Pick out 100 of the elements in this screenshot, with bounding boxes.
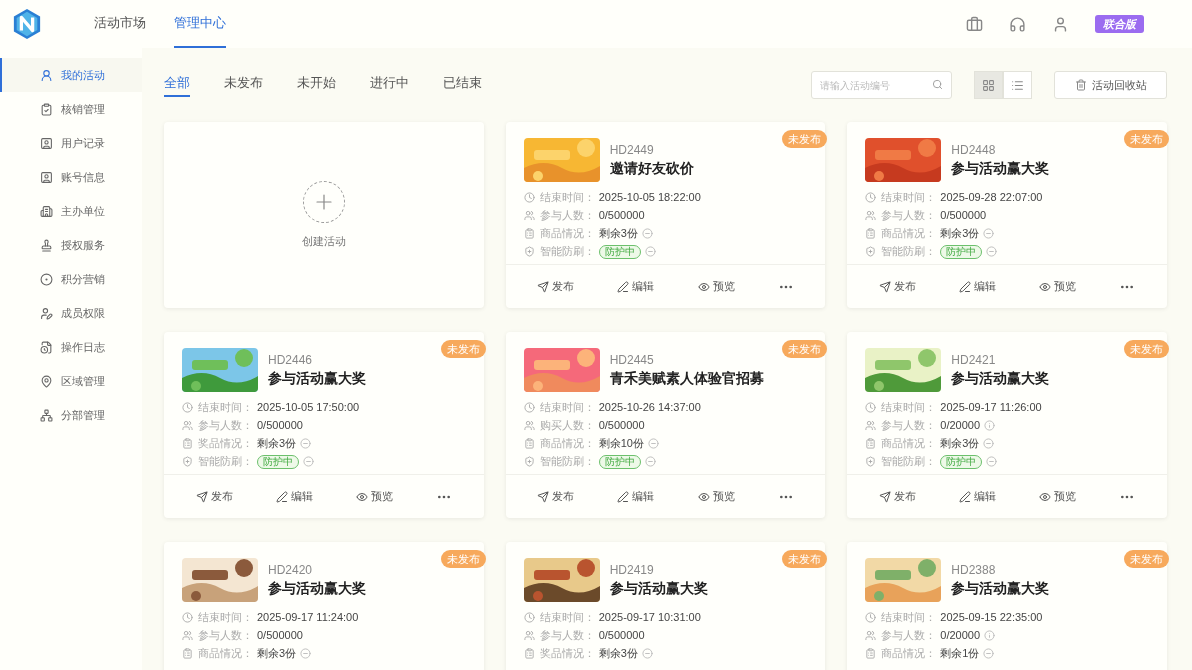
minus-circle-icon[interactable]: [983, 648, 995, 659]
eye-icon: [355, 490, 368, 503]
minus-circle-icon[interactable]: [300, 648, 312, 659]
activity-title: 参与活动赢大奖: [951, 579, 1050, 598]
sidebar-item[interactable]: 成员权限: [0, 296, 142, 330]
briefcase-icon[interactable]: [966, 15, 983, 33]
minus-circle-icon[interactable]: [641, 648, 653, 659]
action-button[interactable]: 预览: [355, 488, 393, 505]
sidebar-item[interactable]: 操作日志: [0, 330, 142, 364]
eye-icon: [1039, 490, 1052, 503]
filter-tab[interactable]: 未开始: [297, 72, 336, 98]
grid-view-button[interactable]: [974, 71, 1003, 99]
search-field[interactable]: 请输入活动编号: [811, 71, 952, 99]
action-button[interactable]: 编辑: [959, 488, 997, 505]
field-value: 0/20000: [940, 628, 981, 643]
nav-tab[interactable]: 管理中心: [174, 0, 226, 48]
minus-circle-icon[interactable]: [644, 246, 656, 257]
activity-card[interactable]: 未发布 HD2421 参与活动赢大奖 结束时间： 2025-09-17 11:26:00 参与人数： 0/20000 商品情况： 剩余3份 智能防刷： 防护中 发布 编辑 预览: [847, 332, 1167, 518]
field-label: 智能防刷：: [539, 454, 595, 469]
action-button[interactable]: 预览: [697, 488, 735, 505]
sidebar-item[interactable]: 授权服务: [0, 228, 142, 262]
sidebar-item[interactable]: 区域管理: [0, 364, 142, 398]
minus-circle-icon[interactable]: [300, 438, 312, 449]
action-button[interactable]: 发布: [537, 278, 575, 295]
minus-circle-icon[interactable]: [986, 456, 998, 467]
action-button[interactable]: 发布: [878, 488, 916, 505]
filter-tab[interactable]: 未发布: [224, 72, 263, 98]
sidebar-item[interactable]: 用户记录: [0, 126, 142, 160]
activity-card[interactable]: 未发布 HD2388 参与活动赢大奖 结束时间： 2025-09-15 22:35:00 参与人数： 0/20000 商品情况： 剩余1份: [847, 542, 1167, 670]
activity-id: HD2421: [951, 352, 997, 368]
info-icon[interactable]: [984, 420, 996, 431]
status-badge: 未发布: [782, 550, 828, 568]
status-badge: 未发布: [782, 130, 828, 148]
action-button[interactable]: 发布: [537, 488, 575, 505]
status-badge: 未发布: [1124, 340, 1169, 358]
logo-icon[interactable]: [12, 8, 42, 40]
action-button[interactable]: 编辑: [959, 278, 997, 295]
minus-circle-icon[interactable]: [983, 228, 995, 239]
field-label: 商品情况：: [881, 646, 937, 661]
create-activity-card[interactable]: 创建活动: [164, 122, 484, 308]
clipboard-icon: [523, 228, 535, 239]
field-label: 智能防刷：: [881, 454, 937, 469]
headset-icon[interactable]: [1009, 15, 1026, 33]
sidebar-item[interactable]: 核销管理: [0, 92, 142, 126]
field-value: 2025-09-17 10:31:00: [598, 610, 701, 625]
activity-card[interactable]: 未发布 HD2446 参与活动赢大奖 结束时间： 2025-10-05 17:50:00 参与人数： 0/500000 奖品情况： 剩余3份 智能防刷： 防护中 发布 编辑 预览: [164, 332, 484, 518]
field-value: 0/500000: [598, 418, 645, 433]
action-button[interactable]: 发布: [878, 278, 916, 295]
shield-icon: [182, 456, 193, 467]
action-button[interactable]: 编辑: [617, 278, 655, 295]
action-button[interactable]: 发布: [195, 488, 233, 505]
minus-circle-icon[interactable]: [647, 438, 659, 449]
field-value: 2025-10-05 17:50:00: [257, 400, 360, 415]
recycle-bin-button[interactable]: 活动回收站: [1054, 71, 1167, 99]
status-badge: 未发布: [782, 340, 828, 358]
minus-circle-icon[interactable]: [644, 456, 656, 467]
action-button[interactable]: 预览: [1039, 488, 1077, 505]
minus-circle-icon[interactable]: [983, 438, 995, 449]
sidebar-item[interactable]: 账号信息: [0, 160, 142, 194]
minus-circle-icon[interactable]: [986, 246, 998, 257]
action-button[interactable]: 编辑: [617, 488, 655, 505]
clipboard-icon: [523, 648, 535, 659]
clipboard-icon: [182, 648, 193, 659]
sidebar-item[interactable]: 我的活动: [0, 58, 142, 92]
list-view-button[interactable]: [1003, 71, 1032, 99]
activity-card[interactable]: 未发布 HD2449 邀请好友砍价 结束时间： 2025-10-05 18:22:00 参与人数： 0/500000 商品情况： 剩余3份 智能防刷： 防护中 发布 编辑 预览: [505, 122, 826, 308]
sidebar-item[interactable]: 分部管理: [0, 398, 142, 432]
field-label: 智能防刷：: [881, 244, 937, 259]
activity-card[interactable]: 未发布 HD2420 参与活动赢大奖 结束时间： 2025-09-17 11:24:00 参与人数： 0/500000 商品情况： 剩余3份: [164, 542, 484, 670]
minus-circle-icon[interactable]: [641, 228, 653, 239]
users-icon: [865, 630, 877, 641]
search-icon[interactable]: [932, 79, 943, 90]
user-icon[interactable]: [1052, 15, 1069, 33]
field-value: 0/500000: [940, 208, 987, 223]
minus-circle-icon[interactable]: [303, 456, 314, 467]
activity-id: HD2448: [951, 142, 997, 158]
action-button[interactable]: 预览: [697, 278, 735, 295]
info-icon[interactable]: [984, 630, 996, 641]
sidebar-item[interactable]: 积分营销: [0, 262, 142, 296]
activity-card[interactable]: 未发布 HD2448 参与活动赢大奖 结束时间： 2025-09-28 22:07:00 参与人数： 0/500000 商品情况： 剩余3份 智能防刷： 防护中 发布 编辑 预览: [847, 122, 1167, 308]
activity-card[interactable]: 未发布 HD2419 参与活动赢大奖 结束时间： 2025-09-17 10:31:00 参与人数： 0/500000 奖品情况： 剩余3份: [505, 542, 826, 670]
nav-tab[interactable]: 活动市场: [94, 0, 146, 48]
target-icon: [40, 272, 53, 286]
field-value: 2025-10-26 14:37:00: [598, 400, 701, 415]
action-button[interactable]: 预览: [1039, 278, 1077, 295]
activity-card[interactable]: 未发布 HD2445 青禾美赋素人体验官招募 结束时间： 2025-10-26 14:37:00 购买人数： 0/500000 商品情况： 剩余10份 智能防刷： 防护中 发布 编辑 预览: [505, 332, 826, 518]
field-label: 商品情况：: [539, 226, 595, 241]
users-icon: [865, 210, 877, 221]
filter-tab[interactable]: 全部: [164, 72, 190, 98]
field-value: 2025-09-17 11:24:00: [257, 610, 359, 625]
action-button[interactable]: 编辑: [275, 488, 313, 505]
field-value: 2025-09-15 22:35:00: [940, 610, 1043, 625]
shield-icon: [523, 456, 535, 467]
sidebar-item[interactable]: 主办单位: [0, 194, 142, 228]
status-badge: 未发布: [440, 550, 486, 568]
filter-tab[interactable]: 已结束: [443, 72, 482, 98]
eye-icon: [1039, 280, 1052, 293]
users-icon: [182, 420, 193, 431]
edit-icon: [617, 280, 630, 293]
filter-tab[interactable]: 进行中: [370, 72, 409, 98]
